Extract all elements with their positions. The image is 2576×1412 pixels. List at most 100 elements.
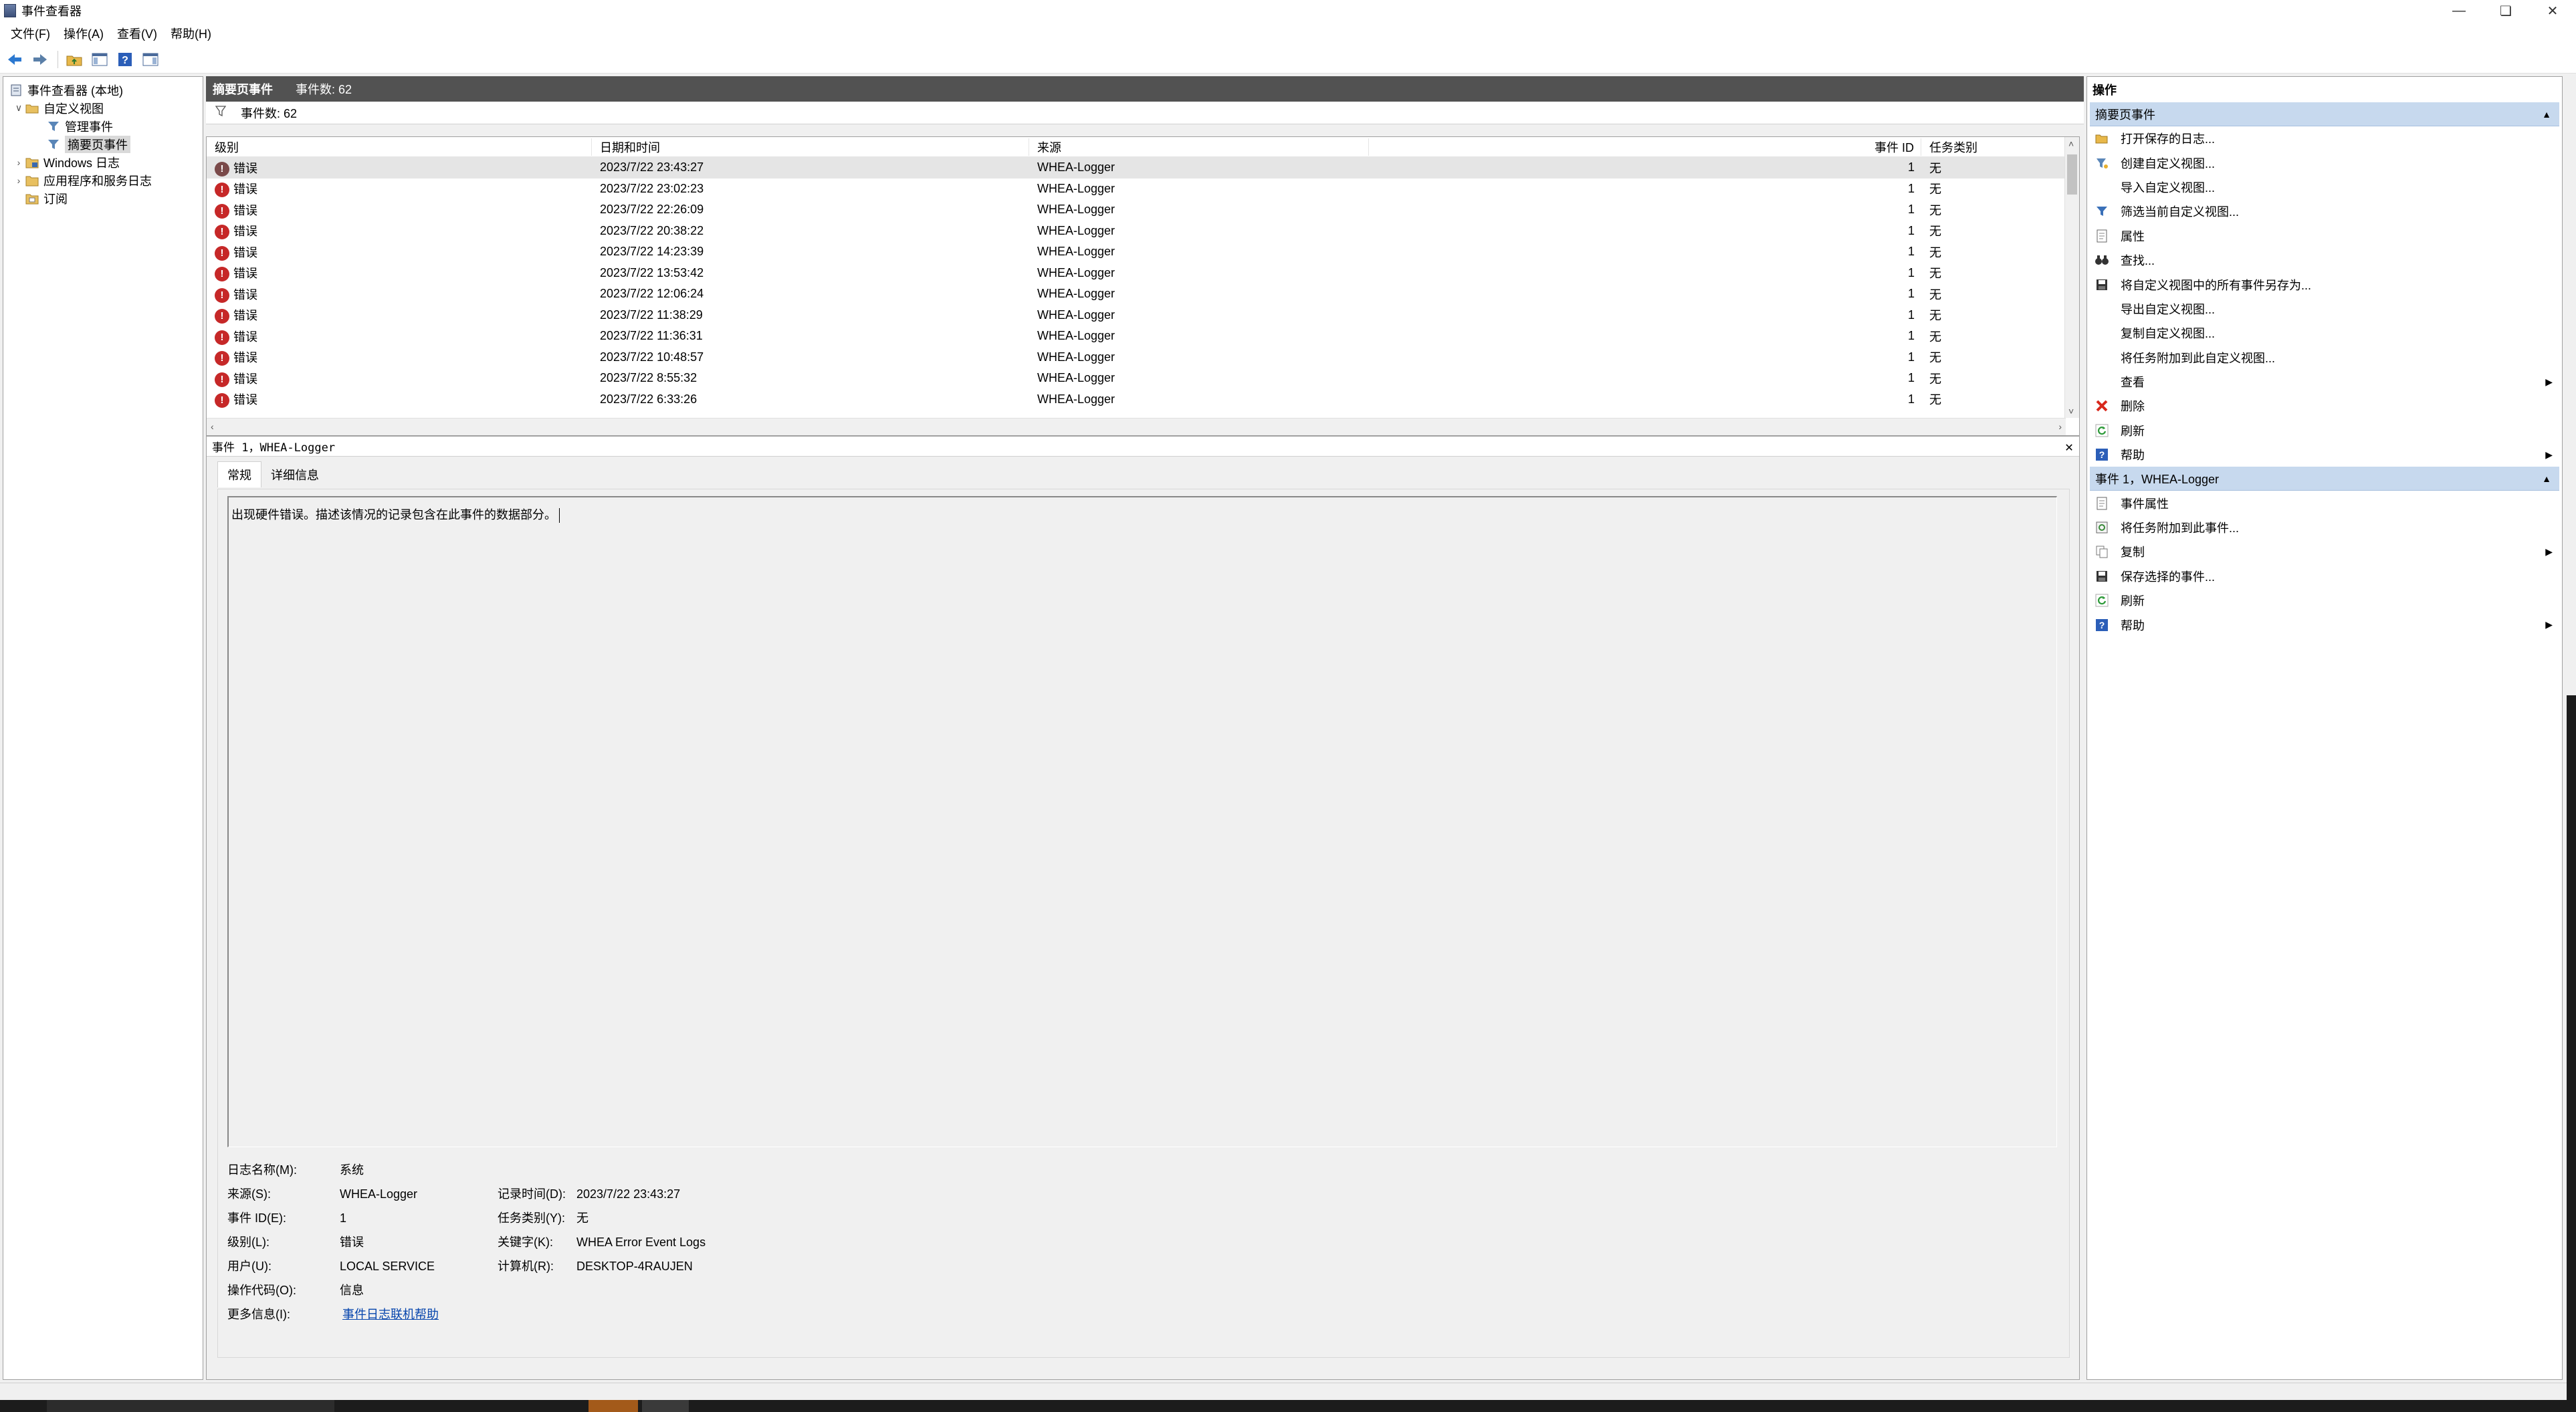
event-level: ! 错误 bbox=[207, 328, 592, 345]
close-window-button[interactable]: ✕ bbox=[2529, 0, 2576, 21]
event-row[interactable]: ! 错误 2023/7/22 11:38:29 WHEA-Logger 1 无 bbox=[207, 305, 2079, 326]
event-level: ! 错误 bbox=[207, 306, 592, 324]
window-title: 事件查看器 bbox=[21, 5, 82, 18]
column-source[interactable]: 来源 bbox=[1029, 138, 1369, 156]
tree-windows-logs[interactable]: › Windows 日志 bbox=[3, 153, 203, 171]
event-task: 无 bbox=[1921, 348, 2055, 366]
event-row[interactable]: ! 错误 2023/7/22 8:55:32 WHEA-Logger 1 无 bbox=[207, 368, 2079, 389]
action-item[interactable]: ? 帮助 ▶ bbox=[2087, 612, 2562, 636]
event-row[interactable]: ! 错误 2023/7/22 14:23:39 WHEA-Logger 1 无 bbox=[207, 241, 2079, 263]
tab-general[interactable]: 常规 bbox=[217, 461, 261, 487]
summary-event-count: 事件数: 62 bbox=[296, 83, 352, 96]
event-row[interactable]: ! 错误 2023/7/22 23:43:27 WHEA-Logger 1 无 bbox=[207, 157, 2079, 179]
taskbar-app[interactable] bbox=[642, 1400, 689, 1412]
chevron-right-icon[interactable]: › bbox=[13, 157, 25, 168]
menu-help[interactable]: 帮助(H) bbox=[164, 25, 218, 42]
tree-root[interactable]: 事件查看器 (本地) bbox=[3, 81, 203, 99]
status-strip bbox=[0, 1383, 2576, 1400]
menu-file[interactable]: 文件(F) bbox=[4, 25, 57, 42]
event-row[interactable]: ! 错误 2023/7/22 6:33:26 WHEA-Logger 1 无 bbox=[207, 389, 2079, 410]
tree-app-service-logs[interactable]: › 应用程序和服务日志 bbox=[3, 171, 203, 189]
action-item[interactable]: 筛选当前自定义视图... bbox=[2087, 199, 2562, 223]
action-item[interactable]: 导入自定义视图... bbox=[2087, 175, 2562, 199]
menu-action[interactable]: 操作(A) bbox=[57, 25, 110, 42]
chevron-down-icon[interactable]: ∨ bbox=[13, 102, 25, 114]
event-source: WHEA-Logger bbox=[1029, 224, 1369, 238]
event-row[interactable]: ! 错误 2023/7/22 22:26:09 WHEA-Logger 1 无 bbox=[207, 199, 2079, 221]
horizontal-scrollbar[interactable]: ‹ › bbox=[207, 418, 2066, 435]
taskbar-app-active[interactable] bbox=[588, 1400, 638, 1412]
vertical-scrollbar[interactable]: ˄ ˅ bbox=[2064, 137, 2079, 418]
event-level: ! 错误 bbox=[207, 222, 592, 240]
action-item[interactable]: 刷新 bbox=[2087, 588, 2562, 612]
show-hide-actions-icon[interactable] bbox=[140, 49, 161, 70]
copy-icon bbox=[2094, 544, 2110, 560]
action-item[interactable]: 查看 ▶ bbox=[2087, 370, 2562, 394]
action-item[interactable]: 将自定义视图中的所有事件另存为... bbox=[2087, 272, 2562, 296]
restore-button[interactable]: ❏ bbox=[2482, 0, 2529, 21]
action-item[interactable]: 将任务附加到此自定义视图... bbox=[2087, 346, 2562, 370]
event-row[interactable]: ! 错误 2023/7/22 10:48:57 WHEA-Logger 1 无 bbox=[207, 347, 2079, 368]
event-row[interactable]: ! 错误 2023/7/22 20:38:22 WHEA-Logger 1 无 bbox=[207, 221, 2079, 242]
scroll-left-icon[interactable]: ‹ bbox=[211, 421, 214, 432]
scroll-down-icon[interactable]: ˅ bbox=[2068, 406, 2074, 417]
tab-details[interactable]: 详细信息 bbox=[261, 462, 328, 487]
collapse-up-icon[interactable]: ▲ bbox=[2542, 473, 2551, 484]
up-folder-icon[interactable] bbox=[64, 49, 85, 70]
scroll-right-icon[interactable]: › bbox=[2058, 421, 2062, 432]
event-row[interactable]: ! 错误 2023/7/22 12:06:24 WHEA-Logger 1 无 bbox=[207, 283, 2079, 305]
action-label: 删除 bbox=[2121, 400, 2145, 414]
action-item[interactable]: 属性 bbox=[2087, 224, 2562, 248]
online-help-link[interactable]: 事件日志联机帮助 bbox=[342, 1308, 439, 1321]
event-level-text: 错误 bbox=[233, 203, 257, 217]
tree-custom-views[interactable]: ∨ 自定义视图 bbox=[3, 99, 203, 117]
event-source-text: WHEA-Logger bbox=[1037, 287, 1115, 301]
action-item[interactable]: 导出自定义视图... bbox=[2087, 297, 2562, 321]
column-event-id[interactable]: 事件 ID bbox=[1369, 138, 1921, 156]
scrollbar-thumb[interactable] bbox=[2067, 154, 2077, 195]
collapse-up-icon[interactable]: ▲ bbox=[2542, 109, 2551, 120]
event-actions-list: 事件属性 将任务附加到此事件... 复制 ▶ 保存选择的事件... 刷新? 帮助 ▶ bbox=[2087, 491, 2562, 636]
event-id-text: 1 bbox=[1907, 223, 1915, 237]
action-item[interactable]: 保存选择的事件... bbox=[2087, 564, 2562, 588]
action-item[interactable]: 创建自定义视图... bbox=[2087, 150, 2562, 174]
close-icon[interactable]: ✕ bbox=[2059, 437, 2079, 457]
column-date[interactable]: 日期和时间 bbox=[592, 138, 1029, 156]
event-row[interactable]: ! 错误 2023/7/22 13:53:42 WHEA-Logger 1 无 bbox=[207, 263, 2079, 284]
action-item[interactable]: 将任务附加到此事件... bbox=[2087, 515, 2562, 540]
event-date: 2023/7/22 10:48:57 bbox=[592, 350, 1029, 364]
event-id: 1 bbox=[1369, 224, 1921, 238]
tree-admin-events[interactable]: 管理事件 bbox=[3, 117, 203, 135]
action-item[interactable]: 复制自定义视图... bbox=[2087, 321, 2562, 345]
tree-subscriptions[interactable]: 订阅 bbox=[3, 189, 203, 207]
event-description[interactable]: 出现硬件错误。描述该情况的记录包含在此事件的数据部分。 bbox=[227, 496, 2057, 1147]
actions-section-summary[interactable]: 摘要页事件 ▲ bbox=[2090, 102, 2559, 126]
column-task[interactable]: 任务类别 bbox=[1921, 138, 2055, 156]
show-hide-tree-icon[interactable] bbox=[89, 49, 110, 70]
action-item[interactable]: 删除 bbox=[2087, 394, 2562, 418]
forward-arrow-icon[interactable] bbox=[29, 49, 51, 70]
event-row[interactable]: ! 错误 2023/7/22 23:02:23 WHEA-Logger 1 无 bbox=[207, 179, 2079, 200]
event-source-text: WHEA-Logger bbox=[1037, 392, 1115, 406]
taskbar-search[interactable] bbox=[47, 1400, 334, 1412]
scroll-up-icon[interactable]: ˄ bbox=[2068, 138, 2074, 149]
tree-summary-events[interactable]: 摘要页事件 bbox=[3, 135, 203, 153]
minimize-button[interactable]: — bbox=[2436, 0, 2482, 21]
help-icon[interactable]: ? bbox=[114, 49, 136, 70]
action-item[interactable]: 打开保存的日志... bbox=[2087, 126, 2562, 150]
menu-view[interactable]: 查看(V) bbox=[110, 25, 164, 42]
action-item[interactable]: 查找... bbox=[2087, 248, 2562, 272]
action-item[interactable]: 事件属性 bbox=[2087, 491, 2562, 515]
action-item[interactable]: ? 帮助 ▶ bbox=[2087, 443, 2562, 467]
event-row[interactable]: ! 错误 2023/7/22 11:36:31 WHEA-Logger 1 无 bbox=[207, 326, 2079, 347]
column-level[interactable]: 级别 bbox=[207, 138, 592, 156]
event-id: 1 bbox=[1369, 329, 1921, 343]
action-item[interactable]: 复制 ▶ bbox=[2087, 540, 2562, 564]
event-date: 2023/7/22 23:43:27 bbox=[592, 160, 1029, 174]
chevron-right-icon[interactable]: › bbox=[13, 175, 25, 186]
back-arrow-icon[interactable] bbox=[4, 49, 25, 70]
filter-icon bbox=[215, 106, 227, 120]
event-source: WHEA-Logger bbox=[1029, 392, 1369, 406]
action-item[interactable]: 刷新 bbox=[2087, 419, 2562, 443]
actions-section-event[interactable]: 事件 1，WHEA-Logger ▲ bbox=[2090, 467, 2559, 491]
